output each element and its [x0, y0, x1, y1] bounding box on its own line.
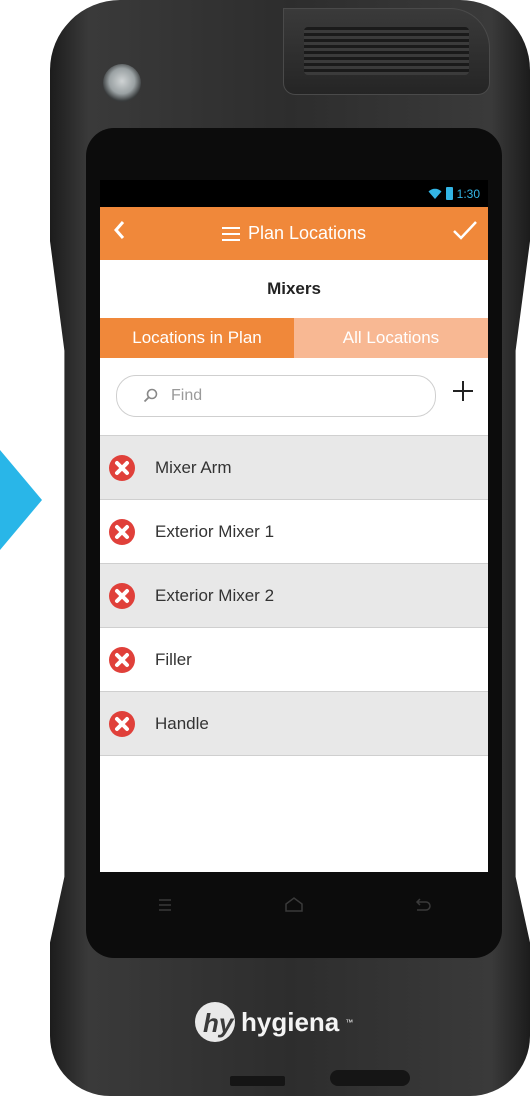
- menu-icon[interactable]: [154, 896, 176, 914]
- checkmark-icon: [453, 221, 477, 240]
- brand-logo: hy hygiena ™: [195, 1000, 353, 1044]
- highlight-arrow: [0, 450, 42, 550]
- search-box[interactable]: [116, 375, 436, 417]
- speaker-grill: [283, 8, 490, 95]
- location-name: Mixer Arm: [155, 457, 232, 477]
- camera-lens: [103, 64, 141, 102]
- hygiena-logo-mark-icon: hy: [195, 1002, 235, 1042]
- plus-icon[interactable]: [450, 378, 476, 404]
- list-item[interactable]: Exterior Mixer 2: [100, 564, 488, 628]
- location-name: Exterior Mixer 2: [155, 585, 275, 605]
- search-icon: [143, 388, 158, 403]
- remove-circle-x-icon[interactable]: [108, 518, 136, 546]
- list-item[interactable]: Filler: [100, 628, 488, 692]
- list-item[interactable]: Mixer Arm: [100, 436, 488, 500]
- tab-locations-in-plan[interactable]: Locations in Plan: [100, 318, 294, 358]
- tab-all-locations[interactable]: All Locations: [294, 318, 488, 358]
- search-input[interactable]: [169, 386, 413, 406]
- remove-circle-x-icon[interactable]: [108, 710, 136, 738]
- status-time: 1:30: [456, 186, 480, 201]
- home-icon[interactable]: [283, 896, 305, 914]
- bottom-connector: [330, 1070, 410, 1086]
- app-bar-title: Plan Locations: [221, 223, 367, 244]
- tab-bar: Locations in Plan All Locations: [100, 318, 488, 358]
- page-title: Plan Locations: [247, 223, 367, 243]
- confirm-button[interactable]: [452, 219, 478, 246]
- back-button[interactable]: [112, 219, 126, 245]
- wifi-icon: [428, 188, 442, 199]
- app-bar: Plan Locations: [100, 207, 488, 260]
- trademark-symbol: ™: [345, 1017, 354, 1027]
- location-list: Mixer Arm Exterior Mixer 1 Exterior Mixe…: [100, 435, 488, 756]
- back-icon[interactable]: [412, 896, 434, 914]
- remove-circle-x-icon[interactable]: [108, 646, 136, 674]
- location-name: Filler: [155, 649, 192, 669]
- search-row: [100, 358, 488, 435]
- status-bar: 1:30: [100, 180, 488, 207]
- brand-name: hygiena: [241, 1006, 340, 1037]
- location-name: Handle: [155, 713, 209, 733]
- app-screen: 1:30 Plan Locations Mixers Locations in …: [100, 180, 488, 872]
- charging-port: [230, 1076, 285, 1086]
- list-menu-icon: [221, 226, 240, 241]
- chevron-left-icon: [114, 221, 125, 239]
- location-name: Exterior Mixer 1: [155, 521, 275, 541]
- plan-name: Mixers: [267, 279, 321, 298]
- remove-circle-x-icon[interactable]: [108, 454, 136, 482]
- list-item[interactable]: Handle: [100, 692, 488, 756]
- android-nav-bar: [100, 872, 488, 938]
- remove-circle-x-icon[interactable]: [108, 582, 136, 610]
- list-item[interactable]: Exterior Mixer 1: [100, 500, 488, 564]
- battery-icon: [445, 187, 453, 200]
